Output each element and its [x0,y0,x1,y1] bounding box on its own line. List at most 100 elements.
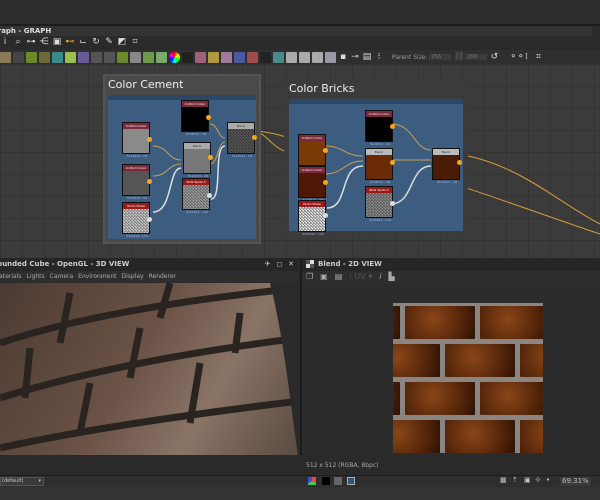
output-pin[interactable] [207,193,212,198]
menu-environment[interactable]: Environment [78,271,116,282]
crop-icon[interactable]: ⌗ [130,37,140,47]
node-uniform-color[interactable]: Uniform Color512x512 - C8 [298,166,328,202]
align-icon[interactable]: ⌙ [78,37,88,47]
pin-icon[interactable]: ⊸ [350,52,360,62]
shuffle-icon[interactable] [13,51,24,63]
pin-icon[interactable]: ✈ [264,258,270,271]
node-perlin-noise[interactable]: Perlin Noise 512x512 - L16 [298,200,328,236]
color-wheel-icon[interactable] [169,51,180,63]
output-pin[interactable] [457,160,462,165]
output-pin[interactable] [208,155,213,160]
node-icon[interactable] [325,51,336,63]
paste-icon[interactable]: ▤ [335,271,343,282]
parent-size-height-select[interactable]: 256 [465,54,488,60]
link-icon[interactable]: ⊶ [26,37,36,47]
zoom-level[interactable]: 69.31% [560,477,591,486]
node-icon[interactable] [156,51,167,63]
frame-color-cement[interactable]: Color Cement Uniform Color 512x512 - C8 U… [103,74,261,244]
graph-canvas[interactable]: Color Cement Uniform Color 512x512 - C8 U… [0,64,600,258]
black-background-icon[interactable] [322,477,330,485]
tools-icon[interactable]: ✎ [104,37,114,47]
parent-size-width-select[interactable]: 256 [429,54,452,60]
3d-viewport[interactable] [0,283,298,455]
vertical-align-icon[interactable]: ⁞ [521,52,531,62]
center-icon[interactable]: ✥ [535,476,541,484]
node-icon[interactable] [195,51,206,63]
node-icon[interactable] [234,51,245,63]
menu-materials[interactable]: Materials [0,271,22,282]
texture-preview[interactable] [393,303,543,453]
connect-icon[interactable]: ⊷ [65,37,75,47]
node-icon[interactable] [0,51,11,63]
node-icon[interactable] [130,51,141,63]
search-icon[interactable]: ⌕ [13,37,23,47]
output-pin[interactable] [390,160,395,165]
link-ratio-icon[interactable]: ⛓ [453,52,464,62]
node-icon[interactable] [247,51,258,63]
output-pin[interactable] [147,137,152,142]
output-pin[interactable] [323,180,328,185]
node-icon[interactable] [117,51,128,63]
node-uniform-color[interactable]: Uniform Color512x512 - C8 [122,122,152,158]
node-bnw-spots[interactable]: BnW Spots 3 512x512 - L16 [182,178,212,214]
node-icon[interactable] [104,51,115,63]
node-icon[interactable] [260,51,271,63]
share-icon[interactable]: ⋲ [39,37,49,47]
output-pin[interactable] [390,124,395,129]
node-icon[interactable] [91,51,102,63]
node-blend[interactable]: Blend 512x512 - C8 [227,122,257,158]
info-icon[interactable]: i [0,37,10,47]
color-view-icon[interactable] [347,477,355,485]
menu-display[interactable]: Display [121,271,143,282]
output-icon[interactable]: ▤ [362,52,372,62]
node-bnw-spots[interactable]: BnW Spots 3 512x512 - L16 [365,186,395,222]
frame-icon[interactable]: ▣ [52,37,62,47]
maximize-icon[interactable]: ◻ [276,258,282,271]
output-pin[interactable] [323,148,328,153]
node-uniform-color[interactable]: Uniform Color512x512 - C8 [181,100,211,136]
node-blend[interactable]: Blend 512x512 - C8 [365,148,395,184]
menu-renderer[interactable]: Renderer [149,271,176,282]
fit-icon[interactable]: ▣ [524,476,531,484]
node-icon[interactable] [52,51,63,63]
output-pin[interactable] [390,201,395,206]
copy-icon[interactable]: ❐ [306,271,313,282]
channels-icon[interactable] [308,477,316,485]
refresh-icon[interactable]: ↻ [91,37,101,47]
node-icon[interactable] [273,51,284,63]
output-pin[interactable] [323,213,328,218]
node-icon[interactable] [299,51,310,63]
gradient-icon[interactable] [26,51,37,63]
output-pin[interactable] [252,135,257,140]
save-icon[interactable]: ▣ [320,271,328,282]
reset-icon[interactable]: ↺ [489,52,499,62]
frame-color-bricks[interactable]: Color Bricks Uniform Color 512x512 - C8 U… [284,78,468,236]
comment-icon[interactable]: ▪ [338,52,348,62]
output-pin[interactable] [147,179,152,184]
horizontal-align-icon[interactable]: ⚬⚬ [509,52,524,62]
node-uniform-color[interactable]: Uniform Color512x512 - C8 [122,164,152,200]
menu-camera[interactable]: Camera [50,271,74,282]
node-icon[interactable] [286,51,297,63]
node-icon[interactable] [208,51,219,63]
histogram-icon[interactable]: ▙ [389,271,395,282]
tile-icon[interactable]: ⇡ [512,476,518,484]
node-icon[interactable] [65,51,76,63]
snapshot-icon[interactable]: ◩ [117,37,127,47]
info-icon[interactable]: i [379,271,381,282]
node-perlin-noise[interactable]: Perlin Noise 512x512 - L16 [122,202,152,238]
node-icon[interactable] [221,51,232,63]
material-select[interactable]: (default) ▾ [0,477,44,486]
node-uniform-color[interactable]: Uniform Color512x512 - C8 [298,134,328,170]
node-blend[interactable]: Blend 512x512 - C8 [183,142,213,178]
node-blend[interactable]: Blend 512x512 - C8 [432,148,462,184]
node-icon[interactable] [143,51,154,63]
node-icon[interactable] [312,51,323,63]
gray-background-icon[interactable] [334,477,342,485]
crop-icon[interactable]: ⌗ [533,52,543,62]
grid-icon[interactable]: ▦ [500,476,507,484]
dot-icon[interactable]: ⁝ [374,52,384,62]
dot-icon[interactable]: • [546,476,550,484]
menu-lights[interactable]: Lights [27,271,45,282]
output-pin[interactable] [206,115,211,120]
